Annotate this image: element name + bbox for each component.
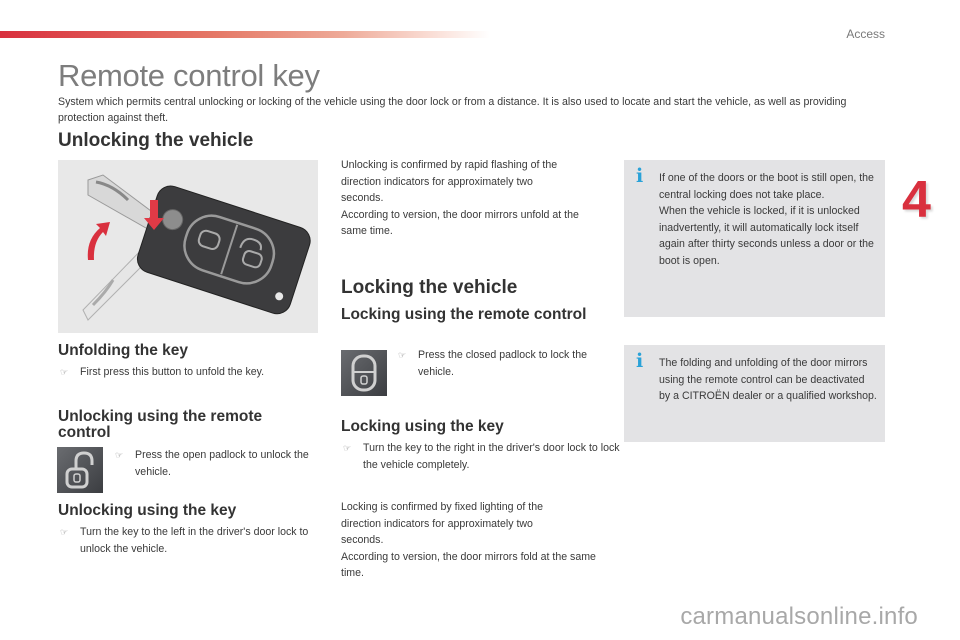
pointing-hand-icon: ☞ bbox=[398, 350, 407, 360]
bullet-locking-remote: ☞ Press the closed padlock to lock the v… bbox=[398, 349, 588, 378]
bullet-unfolding-key: ☞ First press this button to unfold the … bbox=[60, 364, 340, 381]
bullet-unlocking-remote: ☞ Press the open padlock to unlock the v… bbox=[115, 449, 309, 478]
closed-padlock-button-image bbox=[341, 350, 387, 396]
open-padlock-button-image bbox=[57, 447, 103, 493]
heading-locking-key: Locking using the key bbox=[341, 418, 504, 435]
heading-unfolding-key: Unfolding the key bbox=[58, 342, 189, 359]
heading-locking-remote: Locking using the remote control bbox=[341, 306, 587, 323]
section-label: Access bbox=[846, 27, 885, 41]
unfold-arrow-icon bbox=[87, 222, 110, 260]
watermark: carmanualsonline.info bbox=[680, 603, 918, 630]
pointing-hand-icon: ☞ bbox=[60, 527, 69, 537]
pointing-hand-icon: ☞ bbox=[115, 450, 124, 460]
intro-text: System which permits central unlocking o… bbox=[58, 96, 847, 124]
remote-key-illustration bbox=[58, 160, 318, 333]
heading-unlocking-key: Unlocking using the key bbox=[58, 502, 237, 519]
pointing-hand-icon: ☞ bbox=[343, 443, 352, 453]
heading-locking-vehicle: Locking the vehicle bbox=[341, 277, 518, 298]
key-fob-body bbox=[136, 185, 311, 315]
chapter-number: 4 bbox=[902, 171, 931, 229]
info-box-mirror-folding: i The folding and unfolding of the door … bbox=[624, 345, 885, 442]
info-box-central-locking: i If one of the doors or the boot is sti… bbox=[624, 160, 885, 317]
info-icon: i bbox=[636, 165, 644, 187]
heading-unlocking-remote: Unlocking using the remote control bbox=[58, 408, 263, 441]
locking-confirmation-text: Locking is confirmed by fixed lighting o… bbox=[341, 501, 596, 579]
heading-unlocking-vehicle: Unlocking the vehicle bbox=[58, 130, 254, 151]
unlocking-confirmation-text: Unlocking is confirmed by rapid flashing… bbox=[341, 159, 579, 237]
pointing-hand-icon: ☞ bbox=[60, 367, 69, 377]
bullet-locking-key: ☞ Turn the key to the right in the drive… bbox=[343, 442, 620, 471]
info-icon: i bbox=[636, 350, 644, 372]
closed-padlock-icon bbox=[351, 354, 377, 392]
page-title: Remote control key bbox=[58, 58, 320, 93]
open-padlock-icon bbox=[65, 451, 94, 489]
remote-key-image bbox=[82, 174, 311, 321]
header-accent-bar bbox=[0, 31, 490, 38]
bullet-unlocking-key: ☞ Turn the key to the left in the driver… bbox=[60, 526, 309, 555]
